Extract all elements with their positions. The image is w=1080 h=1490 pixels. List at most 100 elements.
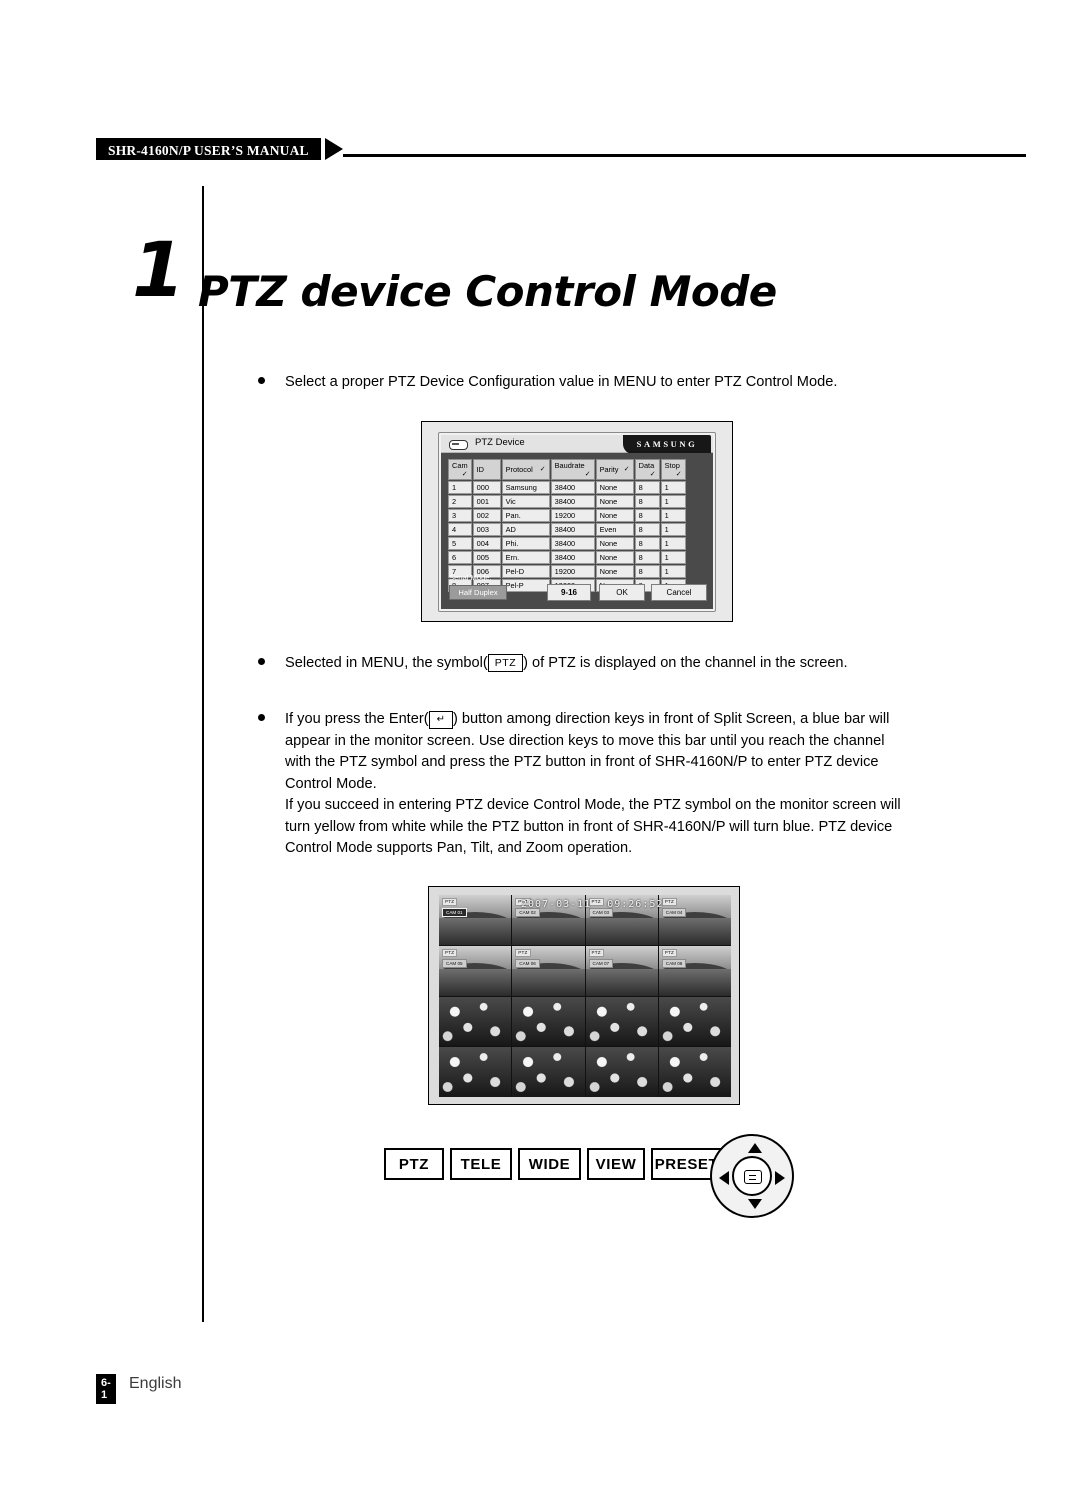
arrow-up-icon[interactable] bbox=[748, 1143, 762, 1153]
channel-cell-5[interactable]: PTZ CAM 05 bbox=[439, 945, 512, 996]
manual-title: SHR-4160N/P USER’S MANUAL bbox=[96, 138, 321, 160]
channel-cell-14[interactable] bbox=[512, 1047, 585, 1097]
arrow-right-icon[interactable] bbox=[775, 1171, 785, 1185]
arrow-down-icon[interactable] bbox=[748, 1199, 762, 1209]
channel-cell-9[interactable] bbox=[439, 996, 512, 1047]
check-icon: ✓ bbox=[461, 471, 468, 478]
channel-range-button[interactable]: 9-16 bbox=[547, 584, 591, 601]
serial-mode-value[interactable]: Half Duplex bbox=[449, 585, 507, 600]
channel-cell-16[interactable] bbox=[658, 1047, 731, 1097]
col-data: Data ✓ bbox=[634, 459, 660, 480]
osd-date: 2007-03-11 bbox=[521, 899, 592, 910]
bullet-dot-icon bbox=[258, 377, 265, 384]
cell-baudrate: 38400 bbox=[550, 537, 595, 550]
cell-stop: 1 bbox=[660, 551, 686, 564]
cancel-button[interactable]: Cancel bbox=[651, 584, 707, 601]
wide-button[interactable]: WIDE bbox=[518, 1148, 581, 1180]
col-protocol: Protocol ✓ bbox=[501, 459, 550, 480]
ptz-button[interactable]: PTZ bbox=[384, 1148, 444, 1180]
scene-land bbox=[439, 917, 512, 945]
arrow-left-icon[interactable] bbox=[719, 1171, 729, 1185]
osd-time: 09:26:52 bbox=[607, 899, 664, 910]
col-parity: Parity ✓ bbox=[595, 459, 634, 480]
table-row[interactable]: 4 003 AD 38400 Even 8 1 bbox=[448, 523, 686, 536]
ptz-symbol-icon: PTZ bbox=[588, 948, 604, 957]
header-tab-arrow bbox=[325, 138, 343, 160]
cell-data: 8 bbox=[634, 565, 660, 578]
cell-parity: None bbox=[595, 495, 634, 508]
channel-cell-6[interactable]: PTZ CAM 06 bbox=[512, 945, 585, 996]
cell-data: 8 bbox=[634, 481, 660, 494]
enter-button[interactable] bbox=[732, 1156, 772, 1196]
channel-label: CAM 06 bbox=[515, 958, 540, 968]
ptz-symbol-icon: PTZ bbox=[515, 948, 531, 957]
cell-id: 003 bbox=[472, 523, 501, 536]
cell-data: 8 bbox=[634, 551, 660, 564]
cell-parity: None bbox=[595, 509, 634, 522]
cell-cam: 6 bbox=[448, 551, 472, 564]
bullet-item-3: If you press the Enter(↵) button among d… bbox=[258, 709, 908, 795]
channel-cell-7[interactable]: PTZ CAM 07 bbox=[585, 945, 658, 996]
ok-button[interactable]: OK bbox=[599, 584, 645, 601]
vertical-divider bbox=[202, 186, 204, 1322]
col-baudrate: Baudrate ✓ bbox=[550, 459, 595, 480]
scene-land bbox=[439, 968, 512, 996]
cell-stop: 1 bbox=[660, 509, 686, 522]
cell-stop: 1 bbox=[660, 565, 686, 578]
channel-cell-8[interactable]: PTZ CAM 08 bbox=[658, 945, 731, 996]
channel-label: CAM 07 bbox=[588, 958, 614, 968]
ptz-device-dialog-figure: PTZ Device SAMSUNG Cam ✓ ID Protocol ✓ Bau… bbox=[421, 421, 733, 622]
cell-parity: None bbox=[595, 537, 634, 550]
ptz-symbol-key: PTZ bbox=[487, 654, 524, 672]
channel-cell-1[interactable]: PTZ CAM 01 bbox=[439, 895, 512, 945]
scene-flowers bbox=[439, 1047, 512, 1097]
table-header-row: Cam ✓ ID Protocol ✓ Baudrate ✓ Parity ✓ Data… bbox=[448, 459, 686, 480]
channel-cell-10[interactable] bbox=[512, 996, 585, 1047]
scene-flowers bbox=[585, 996, 658, 1047]
tele-button[interactable]: TELE bbox=[450, 1148, 512, 1180]
check-icon: ✓ bbox=[675, 471, 682, 478]
scene-flowers bbox=[658, 1047, 731, 1097]
direction-pad[interactable] bbox=[710, 1134, 794, 1218]
cell-cam: 4 bbox=[448, 523, 472, 536]
channel-cell-12[interactable] bbox=[658, 996, 731, 1047]
check-icon: ✓ bbox=[539, 466, 546, 473]
scene-land bbox=[512, 917, 585, 945]
channel-cell-11[interactable] bbox=[585, 996, 658, 1047]
cell-data: 8 bbox=[634, 537, 660, 550]
page-header: SHR-4160N/P USER’S MANUAL bbox=[96, 138, 1026, 164]
cell-stop: 1 bbox=[660, 523, 686, 536]
bullet-1-text: Select a proper PTZ Device Configuration… bbox=[285, 374, 838, 390]
ptz-device-dialog: PTZ Device SAMSUNG Cam ✓ ID Protocol ✓ Bau… bbox=[438, 432, 716, 612]
bullet-2-pre: Selected in MENU, the symbol( bbox=[285, 655, 488, 671]
table-row[interactable]: 5 004 Phi. 38400 None 8 1 bbox=[448, 537, 686, 550]
bullet-dot-icon bbox=[258, 714, 265, 721]
table-row[interactable]: 3 002 Pan. 19200 None 8 1 bbox=[448, 509, 686, 522]
table-row[interactable]: 2 001 Vic 38400 None 8 1 bbox=[448, 495, 686, 508]
bullet-3-text: If you press the Enter(↵) button among d… bbox=[285, 709, 908, 795]
manual-page: SHR-4160N/P USER’S MANUAL 1 PTZ device C… bbox=[0, 0, 1080, 1490]
samsung-logo: SAMSUNG bbox=[623, 435, 711, 454]
scene-flowers bbox=[585, 1047, 658, 1097]
scene-land bbox=[585, 917, 658, 945]
bullet-2-post: ) of PTZ is displayed on the channel in … bbox=[523, 655, 848, 671]
ptz-symbol-icon: PTZ bbox=[442, 948, 458, 957]
page-number: 6-1 bbox=[96, 1374, 116, 1404]
dialog-titlebar: PTZ Device SAMSUNG bbox=[441, 435, 713, 454]
cell-baudrate: 38400 bbox=[550, 551, 595, 564]
cell-id: 001 bbox=[472, 495, 501, 508]
channel-label: CAM 01 bbox=[442, 908, 467, 917]
channel-cell-4[interactable]: PTZ CAM 04 bbox=[658, 895, 731, 945]
table-row[interactable]: 1 000 Samsung 38400 None 8 1 bbox=[448, 481, 686, 494]
channel-cell-15[interactable] bbox=[585, 1047, 658, 1097]
channel-label: CAM 05 bbox=[442, 958, 467, 968]
cell-stop: 1 bbox=[660, 495, 686, 508]
channel-cell-13[interactable] bbox=[439, 1047, 512, 1097]
table-row[interactable]: 6 005 Ern. 38400 None 8 1 bbox=[448, 551, 686, 564]
view-button[interactable]: VIEW bbox=[587, 1148, 645, 1180]
cell-protocol: AD bbox=[501, 523, 550, 536]
col-stop: Stop ✓ bbox=[660, 459, 686, 480]
cell-protocol: Pan. bbox=[501, 509, 550, 522]
bullet-3-pre: If you press the Enter( bbox=[285, 711, 429, 727]
cell-baudrate: 19200 bbox=[550, 509, 595, 522]
